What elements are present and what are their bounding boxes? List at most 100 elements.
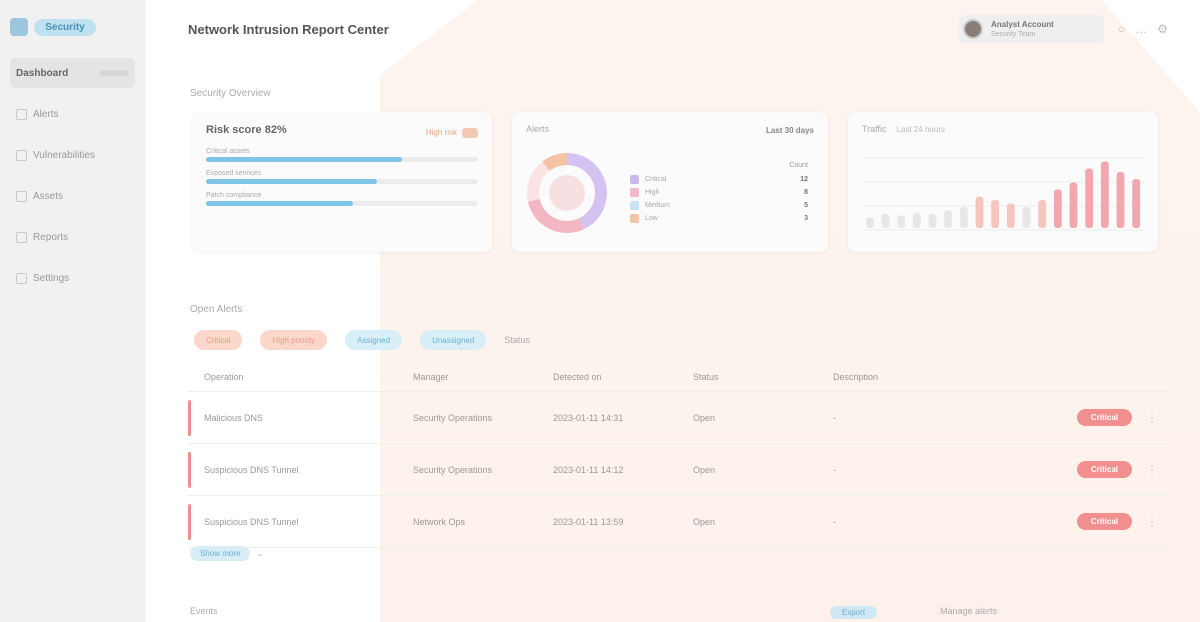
chevron-down-icon: ⌄ bbox=[256, 548, 265, 558]
legend-label: Medium bbox=[645, 202, 670, 209]
sidebar-item-dashboard[interactable]: Dashboard bbox=[10, 58, 135, 88]
logo[interactable]: Security bbox=[10, 14, 135, 40]
traffic-bar-chart bbox=[862, 157, 1144, 231]
sidebar-item-label: Dashboard bbox=[16, 67, 69, 79]
alerts-time-filter[interactable]: Last 30 days bbox=[766, 126, 814, 135]
filter-status[interactable]: Status bbox=[504, 335, 530, 345]
filter-chip-high-priority[interactable]: High priority bbox=[260, 330, 328, 350]
user-menu[interactable]: Analyst Account Security Team bbox=[958, 15, 1104, 43]
cell-status: Open bbox=[693, 412, 716, 423]
legend-item: High 8 bbox=[630, 186, 808, 199]
filter-chip-unassigned[interactable]: Unassigned bbox=[420, 330, 487, 350]
traffic-bar bbox=[944, 210, 953, 228]
traffic-bar bbox=[975, 196, 984, 228]
risk-level-label: High risk bbox=[425, 128, 457, 137]
sidebar-item-label: Reports bbox=[33, 231, 69, 243]
manage-alerts-link[interactable]: Manage alerts bbox=[940, 606, 997, 616]
traffic-bar bbox=[1053, 189, 1062, 228]
traffic-bar bbox=[1085, 168, 1094, 228]
row-actions: Critical ⋮ bbox=[1076, 461, 1168, 478]
cell-detected-on: 2023-01-11 14:12 bbox=[553, 464, 624, 475]
help-icon[interactable]: … bbox=[1135, 22, 1147, 36]
show-more-button[interactable]: Show more bbox=[190, 546, 251, 561]
cell-description: - bbox=[833, 516, 836, 527]
cell-status: Open bbox=[693, 464, 716, 475]
more-options-icon[interactable]: ⋮ bbox=[1146, 515, 1158, 529]
risk-bar-track bbox=[206, 179, 478, 184]
filter-chips: Critical High priority Assigned Unassign… bbox=[194, 330, 530, 350]
cell-manager: Security Operations bbox=[413, 464, 493, 475]
traffic-bar bbox=[1132, 179, 1141, 228]
traffic-bar bbox=[991, 200, 1000, 228]
row-severity-accent bbox=[188, 504, 191, 540]
traffic-bar bbox=[1116, 172, 1125, 228]
legend-label: Critical bbox=[645, 176, 667, 183]
cell-detected-on: 2023-01-11 13:59 bbox=[553, 516, 624, 527]
column-header-detected-on[interactable]: Detected on bbox=[553, 372, 693, 382]
traffic-bar bbox=[1100, 161, 1109, 228]
legend-label: High bbox=[645, 189, 660, 196]
legend-value: 3 bbox=[804, 215, 808, 222]
risk-bar-row: Patch compliance bbox=[206, 192, 478, 206]
more-options-icon[interactable]: ⋮ bbox=[1146, 411, 1158, 425]
traffic-bar bbox=[865, 217, 874, 228]
alerts-card: Alerts Last 30 days Count Critical 12 High… bbox=[512, 112, 828, 252]
sidebar-item-settings[interactable]: Settings bbox=[10, 263, 135, 293]
alerts-legend: Count Critical 12 High 8 Medium 5 Low 3 bbox=[630, 162, 808, 225]
header: Network Intrusion Report Center Analyst … bbox=[188, 14, 1168, 44]
section-label-overview: Security Overview bbox=[190, 88, 271, 99]
settings-icon[interactable]: ⚙ bbox=[1157, 22, 1168, 36]
filter-chip-assigned[interactable]: Assigned bbox=[345, 330, 403, 350]
legend-value: 8 bbox=[804, 189, 808, 196]
risk-bar-fill bbox=[206, 201, 353, 206]
legend-swatch bbox=[630, 175, 639, 184]
column-header-description[interactable]: Description bbox=[833, 372, 1053, 382]
avatar bbox=[962, 19, 983, 39]
filter-chip-critical[interactable]: Critical bbox=[194, 330, 243, 350]
traffic-card: Traffic Last 24 hours bbox=[848, 112, 1158, 252]
more-options-icon[interactable]: ⋮ bbox=[1146, 463, 1158, 477]
traffic-bar bbox=[912, 212, 921, 228]
show-more[interactable]: Show more ⌄ bbox=[190, 546, 264, 561]
donut-svg bbox=[527, 153, 607, 233]
table-row[interactable]: Suspicious DNS Tunnel Security Operation… bbox=[188, 444, 1168, 496]
export-button[interactable]: Export bbox=[830, 606, 878, 619]
risk-bar-track bbox=[206, 157, 478, 162]
bell-icon[interactable]: ○ bbox=[1118, 22, 1125, 36]
footer-row: Events Export Manage alerts bbox=[190, 606, 1170, 622]
risk-level-tag: High risk bbox=[426, 128, 478, 138]
row-severity-accent bbox=[188, 400, 191, 436]
sidebar-item-reports[interactable]: Reports bbox=[10, 222, 135, 252]
sidebar-item-alerts[interactable]: Alerts bbox=[10, 99, 135, 129]
alerts-table: Operation Manager Detected on Status Des… bbox=[188, 362, 1168, 548]
table-row[interactable]: Suspicious DNS Tunnel Network Ops 2023-0… bbox=[188, 496, 1168, 548]
sidebar-item-label: Settings bbox=[33, 272, 70, 284]
risk-bar-label: Exposed services bbox=[206, 170, 261, 177]
legend-item: Critical 12 bbox=[630, 173, 808, 186]
severity-badge: Critical bbox=[1076, 513, 1132, 530]
risk-bar-row: Critical assets bbox=[206, 148, 478, 162]
legend-swatch bbox=[630, 201, 639, 210]
legend-label: Low bbox=[645, 215, 658, 222]
traffic-bar bbox=[1069, 182, 1078, 228]
risk-bar-track bbox=[206, 201, 478, 206]
traffic-card-header: Traffic Last 24 hours bbox=[862, 124, 1144, 134]
sidebar-item-assets[interactable]: Assets bbox=[10, 181, 135, 211]
footer-label: Events bbox=[190, 606, 218, 616]
risk-bar-row: Exposed services bbox=[206, 170, 478, 184]
sidebar: Security Dashboard Alerts Vulnerabilitie… bbox=[0, 0, 145, 622]
cell-manager: Security Operations bbox=[413, 412, 493, 423]
sidebar-item-vulnerabilities[interactable]: Vulnerabilities bbox=[10, 140, 135, 170]
column-header-operation[interactable]: Operation bbox=[188, 372, 413, 382]
table-row[interactable]: Malicious DNS Security Operations 2023-0… bbox=[188, 392, 1168, 444]
traffic-bar bbox=[1022, 207, 1031, 228]
column-header-manager[interactable]: Manager bbox=[413, 372, 553, 382]
sidebar-item-label: Vulnerabilities bbox=[33, 149, 95, 161]
severity-badge: Critical bbox=[1076, 409, 1132, 426]
user-name: Analyst Account bbox=[990, 20, 1054, 29]
alerts-donut-chart bbox=[524, 150, 610, 236]
risk-bar-label: Critical assets bbox=[206, 148, 250, 155]
row-actions: Critical ⋮ bbox=[1076, 513, 1168, 530]
cell-description: - bbox=[833, 464, 836, 475]
column-header-status[interactable]: Status bbox=[693, 372, 833, 382]
